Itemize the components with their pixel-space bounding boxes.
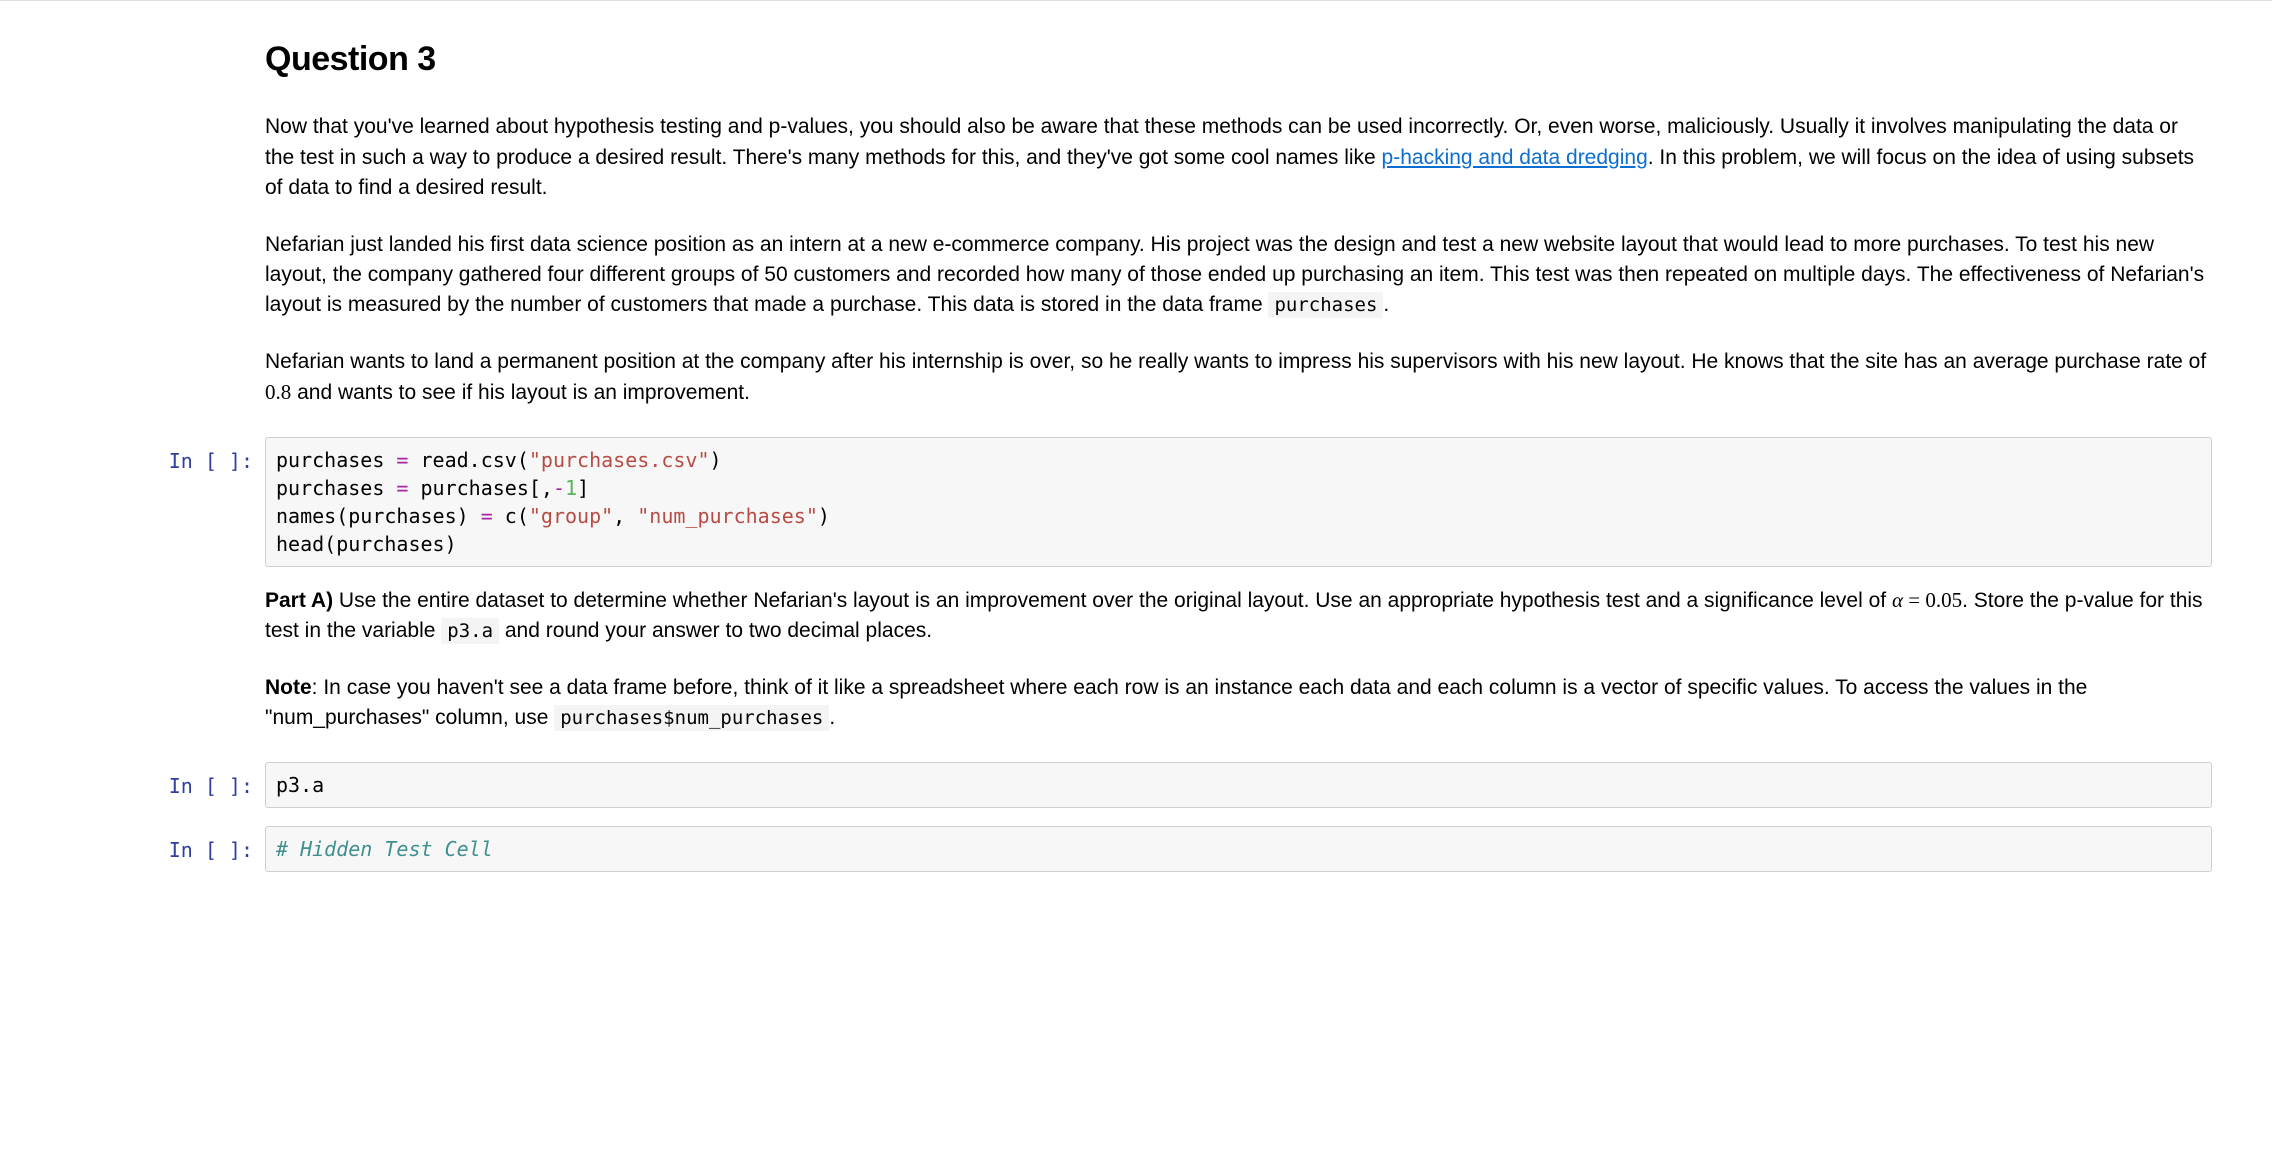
input-prompt: In [ ]: <box>0 826 265 865</box>
inline-code-p3a: p3.a <box>441 618 499 644</box>
inline-code-num-purchases: purchases$num_purchases <box>554 705 829 731</box>
math-eq: = <box>1903 588 1925 612</box>
code-cell-load-data: In [ ]: purchases = read.csv("purchases.… <box>0 437 2272 567</box>
code-cell-hidden-test: In [ ]: # Hidden Test Cell <box>0 826 2272 872</box>
question-heading: Question 3 <box>265 35 2212 84</box>
part-label: Part A) <box>265 589 333 612</box>
code-text: p3.a <box>276 771 2201 799</box>
paragraph-intro: Now that you've learned about hypothesis… <box>265 112 2212 203</box>
input-prompt: In [ ]: <box>0 762 265 801</box>
paragraph-note: Note: In case you haven't see a data fra… <box>265 673 2212 734</box>
code-content: # Hidden Test Cell <box>265 826 2272 872</box>
text: . <box>829 706 835 729</box>
code-input-area[interactable]: # Hidden Test Cell <box>265 826 2212 872</box>
notebook: Question 3 Now that you've learned about… <box>0 0 2272 912</box>
math-rate: 0.8 <box>265 380 291 404</box>
paragraph-nefarian-setup: Nefarian just landed his first data scie… <box>265 230 2212 321</box>
code-content: purchases = read.csv("purchases.csv") pu… <box>265 437 2272 567</box>
inline-code-purchases: purchases <box>1268 292 1383 318</box>
code-input-area[interactable]: purchases = read.csv("purchases.csv") pu… <box>265 437 2212 567</box>
code-cell-p3a: In [ ]: p3.a <box>0 762 2272 808</box>
code-content: p3.a <box>265 762 2272 808</box>
markdown-cell-parta: Part A) Use the entire dataset to determ… <box>0 585 2272 744</box>
code-text: # Hidden Test Cell <box>276 835 2201 863</box>
text: and round your answer to two decimal pla… <box>499 619 932 642</box>
markdown-content: Question 3 Now that you've learned about… <box>265 31 2272 419</box>
paragraph-part-a: Part A) Use the entire dataset to determ… <box>265 585 2212 647</box>
code-input-area[interactable]: p3.a <box>265 762 2212 808</box>
text: Use the entire dataset to determine whet… <box>333 589 1892 612</box>
markdown-content: Part A) Use the entire dataset to determ… <box>265 585 2272 744</box>
note-label: Note <box>265 676 312 699</box>
link-p-hacking[interactable]: p-hacking and data dredging <box>1382 146 1648 169</box>
paragraph-goal: Nefarian wants to land a permanent posit… <box>265 347 2212 409</box>
code-text: purchases = read.csv("purchases.csv") pu… <box>276 446 2201 558</box>
math-alpha-value: 0.05 <box>1925 588 1962 612</box>
markdown-cell-question3: Question 3 Now that you've learned about… <box>0 31 2272 419</box>
text: . <box>1383 293 1389 316</box>
text: : In case you haven't see a data frame b… <box>265 676 2087 729</box>
text: Nefarian wants to land a permanent posit… <box>265 350 2206 373</box>
text: Nefarian just landed his first data scie… <box>265 233 2204 317</box>
text: and wants to see if his layout is an imp… <box>291 381 750 404</box>
input-prompt: In [ ]: <box>0 437 265 476</box>
math-alpha: α <box>1892 588 1903 612</box>
